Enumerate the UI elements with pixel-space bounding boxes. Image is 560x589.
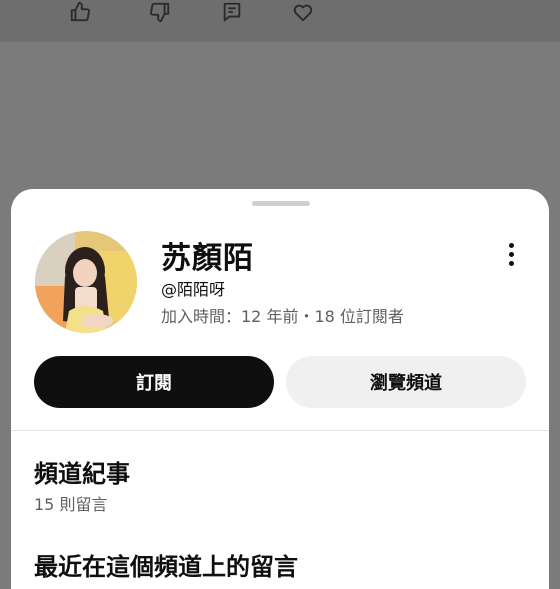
drag-handle[interactable] — [252, 201, 310, 206]
channel-avatar[interactable] — [35, 231, 137, 333]
recent-comments-title: 最近在這個頻道上的留言 — [34, 553, 298, 581]
section-divider — [11, 430, 549, 431]
subscribe-button[interactable]: 訂閱 — [34, 356, 274, 408]
thumb-down-icon[interactable] — [146, 0, 174, 24]
channel-notes-count: 15 則留言 — [34, 495, 108, 514]
heart-icon[interactable] — [289, 0, 317, 24]
video-action-bar — [0, 0, 560, 42]
thumb-up-icon[interactable] — [66, 0, 94, 24]
comment-icon[interactable] — [218, 0, 246, 24]
channel-name: 苏顏陌 — [161, 241, 254, 276]
channel-notes-title[interactable]: 頻道紀事 — [34, 454, 130, 489]
channel-info-sheet: 苏顏陌 @陌陌呀 加入時間：12 年前・18 位訂閱者 訂閱 瀏覽頻道 頻道紀事… — [11, 189, 549, 589]
browse-channel-button[interactable]: 瀏覽頻道 — [286, 356, 526, 408]
channel-handle: @陌陌呀 — [161, 280, 226, 299]
more-options-icon[interactable] — [496, 237, 526, 271]
channel-meta: 加入時間：12 年前・18 位訂閱者 — [161, 307, 404, 326]
